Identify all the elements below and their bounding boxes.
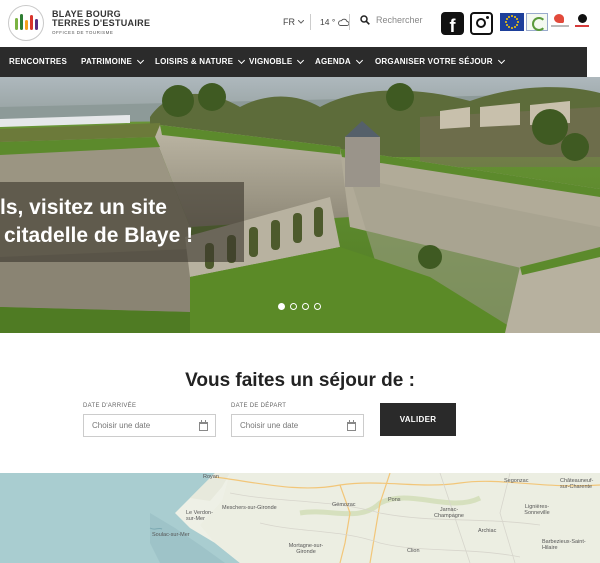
map-place-label: Segonzac (504, 478, 529, 484)
language-selector[interactable]: FR (283, 17, 304, 27)
calendar-icon[interactable] (347, 420, 356, 431)
hero-carousel[interactable]: ls, visitez un site citadelle de Blaye ! (0, 77, 600, 333)
instagram-lens (476, 18, 486, 28)
nav-item-label: ORGANISER VOTRE SÉJOUR (375, 57, 493, 66)
carousel-dot[interactable] (278, 303, 285, 310)
arrival-date-label: DATE D'ARRIVÉE (83, 403, 137, 409)
map-place-label: Clion (407, 548, 420, 554)
weather-widget: 14 ° (320, 17, 350, 27)
chevron-down-icon (355, 56, 363, 64)
map-place-label: Meschers-sur-Gironde (222, 505, 277, 511)
divider (310, 14, 311, 30)
site-logo[interactable]: BLAYE BOURG TERRES D'ESTUAIRE OFFICES DE… (8, 5, 150, 41)
nav-item-patrimoine[interactable]: PATRIMOINE (81, 56, 145, 66)
logo-subtitle: OFFICES DE TOURISME (52, 30, 114, 36)
nav-item-organiser-sejour[interactable]: ORGANISER VOTRE SÉJOUR (375, 56, 505, 66)
carousel-dot[interactable] (290, 303, 297, 310)
logo-bar (29, 15, 33, 30)
gironde-logo-icon (572, 13, 592, 31)
logo-bar (14, 18, 18, 30)
chevron-down-icon (497, 56, 505, 64)
chevron-down-icon (298, 20, 304, 24)
map-place-label: Mortagne-sur-Gironde (288, 543, 324, 556)
booking-title: Vous faites un séjour de : (185, 370, 415, 391)
departure-date-label: DATE DE DÉPART (231, 403, 287, 409)
region-map[interactable]: Royan Meschers-sur-Gironde Gémozac Pons … (0, 473, 600, 563)
map-place-label: Soulac-sur-Mer (152, 532, 190, 538)
partner-logos (500, 13, 592, 31)
map-place-label: Pons (388, 497, 401, 503)
hero-caption-line2: citadelle de Blaye ! (4, 224, 194, 247)
validate-button[interactable]: VALIDER (380, 403, 456, 436)
map-place-label: Lignières-Sonneville (524, 504, 550, 517)
nav-item-label: VIGNOBLE (249, 57, 293, 66)
logo-title-line2: TERRES D'ESTUAIRE (52, 18, 151, 29)
map-place-label: Archiac (478, 528, 497, 534)
map-place-label: Le Verdon-sur-Mer (186, 510, 213, 523)
search-icon (360, 15, 370, 25)
top-header: BLAYE BOURG TERRES D'ESTUAIRE OFFICES DE… (0, 0, 600, 47)
map-place-label: Jarnac-Champagne (434, 507, 464, 520)
carousel-dots (278, 303, 321, 310)
map-place-label: Gémozac (332, 502, 356, 508)
search-input[interactable]: Rechercher (376, 15, 423, 25)
logo-bar (34, 19, 38, 30)
chevron-down-icon (238, 56, 246, 64)
search-box[interactable]: Rechercher (360, 15, 423, 25)
map-place-label: Barbezieux-Saint-Hilaire (542, 539, 586, 552)
calendar-icon[interactable] (199, 420, 208, 431)
instagram-dot (486, 16, 489, 19)
arrival-date-field[interactable] (83, 414, 216, 437)
chevron-down-icon (137, 56, 145, 64)
carousel-dot[interactable] (302, 303, 309, 310)
arrival-date-input[interactable] (84, 415, 215, 436)
nav-item-label: AGENDA (315, 57, 351, 66)
region-logo-icon (550, 13, 570, 31)
chevron-down-icon (297, 56, 305, 64)
main-nav: RENCONTRES PATRIMOINE LOISIRS & NATURE V… (0, 47, 587, 77)
logo-mark (8, 5, 44, 41)
departure-date-input[interactable] (232, 415, 363, 436)
language-label: FR (283, 17, 295, 27)
map-place-label: Châteauneuf-sur-Charente (560, 478, 594, 491)
nav-item-label: RENCONTRES (9, 57, 68, 66)
divider (349, 14, 350, 30)
nav-item-loisirs-nature[interactable]: LOISIRS & NATURE (155, 56, 246, 66)
hero-caption: ls, visitez un site citadelle de Blaye ! (0, 182, 244, 262)
carousel-dot[interactable] (314, 303, 321, 310)
temperature: 14 ° (320, 17, 336, 27)
nav-item-label: LOISIRS & NATURE (155, 57, 234, 66)
instagram-icon[interactable] (470, 12, 493, 35)
logo-bar (19, 14, 23, 30)
departure-date-field[interactable] (231, 414, 364, 437)
logo-bar (24, 20, 28, 30)
cloud-icon (338, 18, 350, 26)
nav-item-rencontres[interactable]: RENCONTRES (9, 57, 67, 66)
facebook-letter: f (449, 16, 456, 36)
nav-item-vignoble[interactable]: VIGNOBLE (249, 56, 305, 66)
nav-item-label: PATRIMOINE (81, 57, 133, 66)
hero-caption-line1: ls, visitez un site (0, 196, 167, 219)
nav-item-agenda[interactable]: AGENDA (315, 56, 363, 66)
logo-text: BLAYE BOURG TERRES D'ESTUAIRE OFFICES DE… (52, 10, 150, 36)
leader-logo-icon (526, 13, 548, 31)
facebook-icon[interactable]: f (441, 12, 464, 35)
map-place-label: Royan (203, 474, 219, 480)
eu-flag-icon (500, 13, 524, 31)
